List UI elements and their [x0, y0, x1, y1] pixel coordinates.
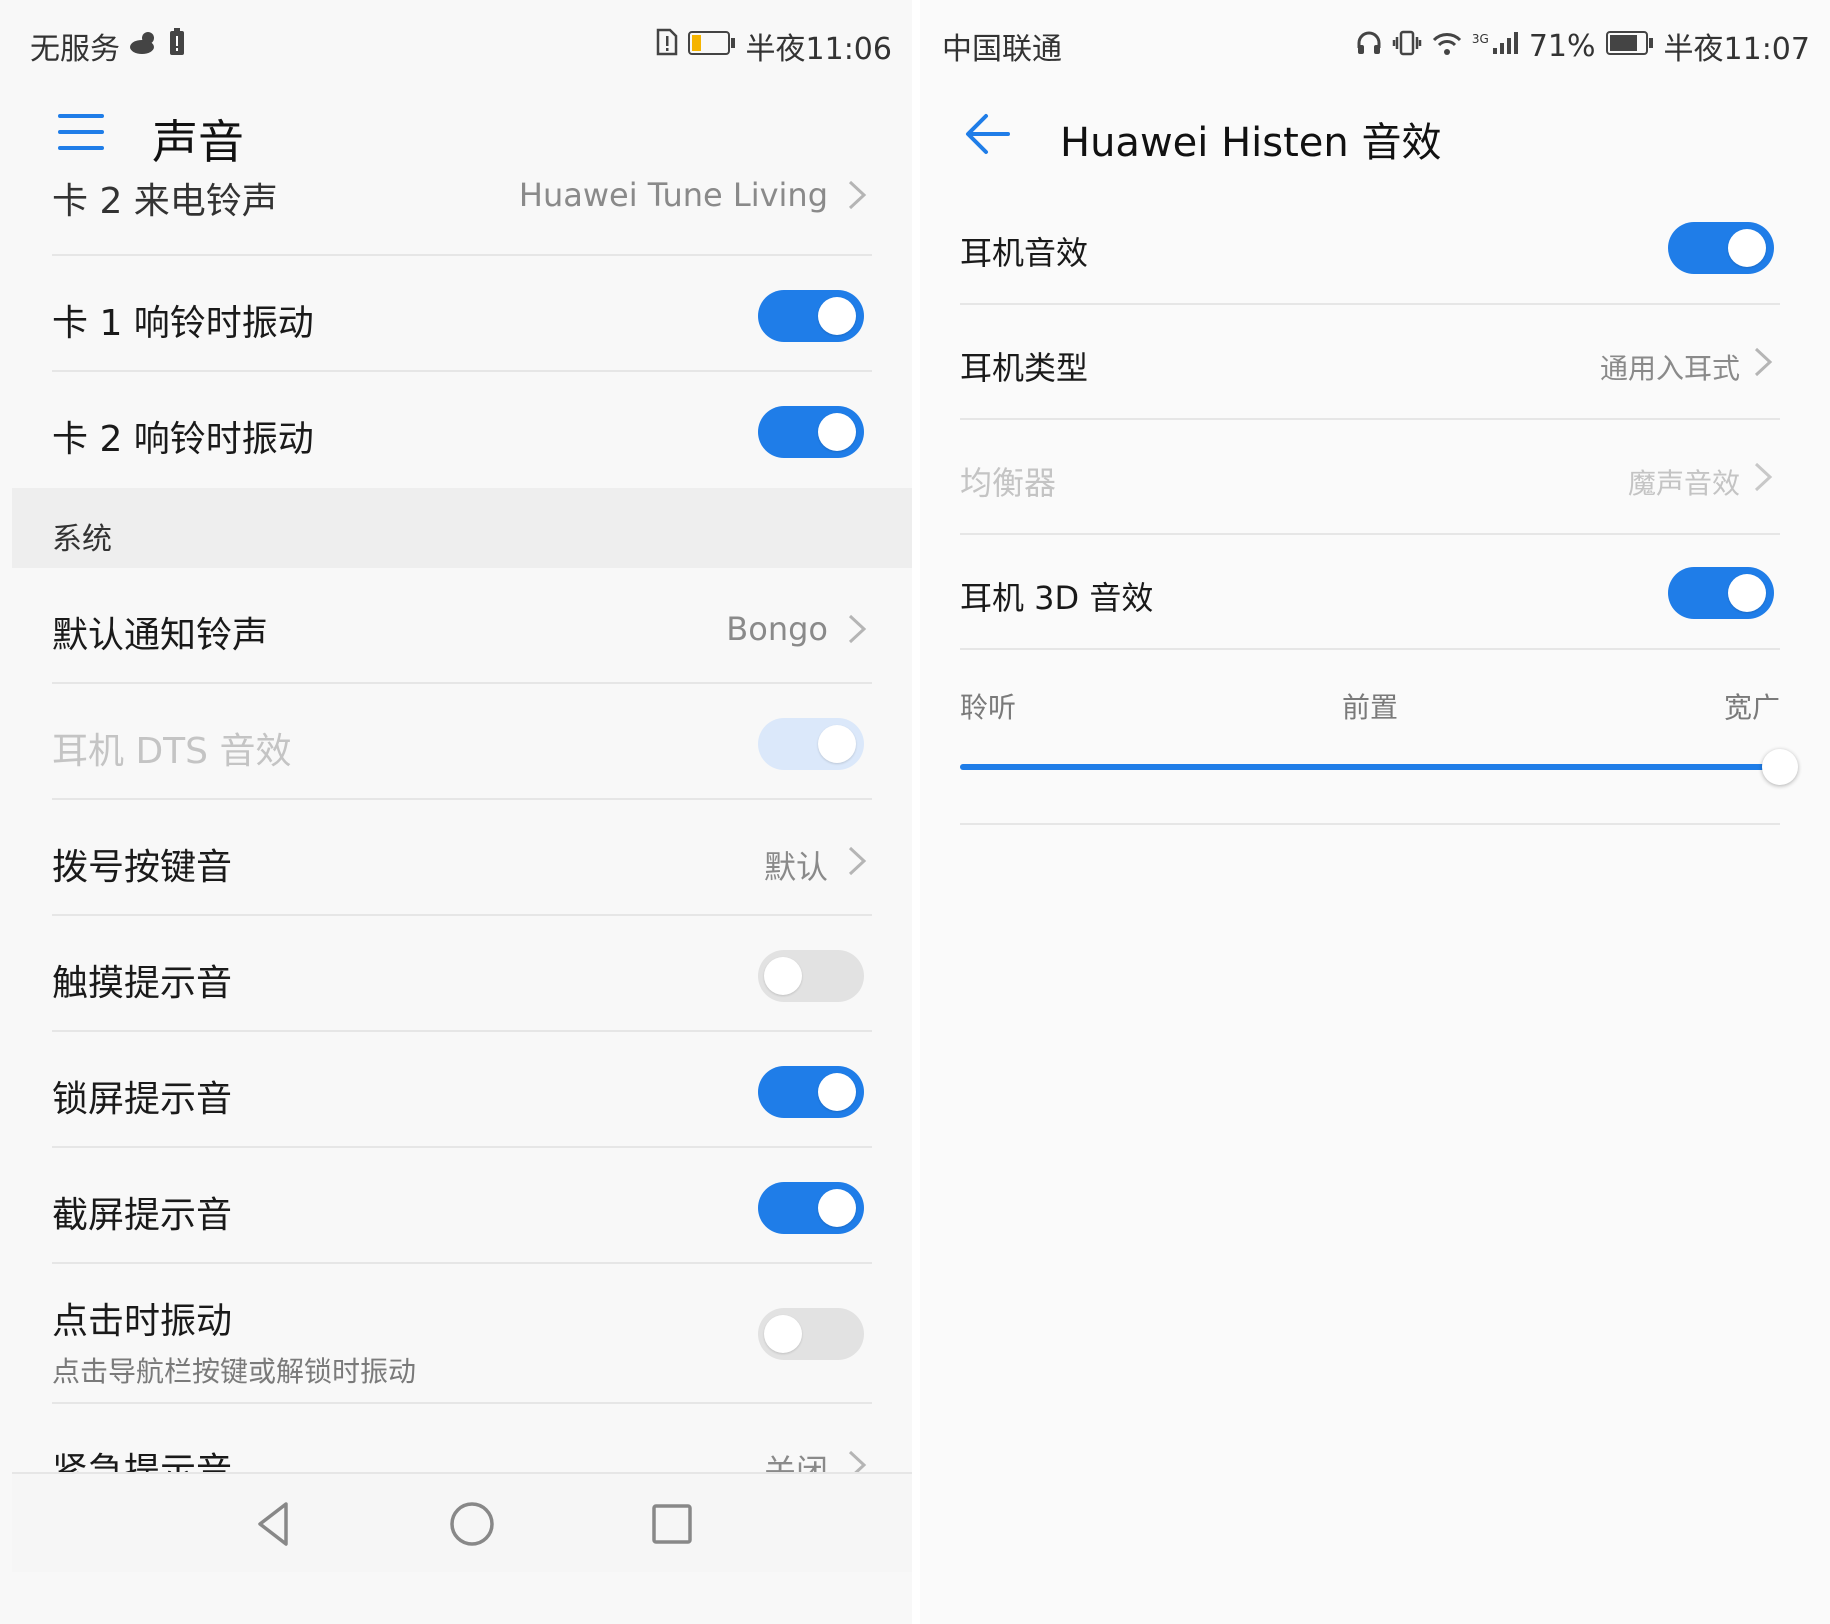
chevron-right-icon	[848, 614, 867, 644]
row-label: 点击时振动	[52, 1301, 233, 1342]
slider-label-wide: 宽广	[1723, 691, 1780, 724]
histen-effect-screen: 中国联通 3G 71% 半夜11:07 Huawei Histen 音效 耳机音…	[920, 0, 1830, 1624]
row-label: 耳机 DTS 音效	[52, 731, 292, 772]
toggle-switch[interactable]	[758, 1182, 864, 1234]
navigation-bar	[12, 1472, 912, 1572]
row-label: 卡 2 来电铃声	[52, 181, 278, 222]
list-item-card2-ring-vibrate[interactable]: 卡 2 响铃时振动	[52, 372, 872, 488]
list-item-tap-vibrate[interactable]: 点击时振动 点击导航栏按键或解锁时振动	[52, 1264, 872, 1404]
chevron-right-icon	[1754, 347, 1773, 377]
row-subtitle: 点击导航栏按键或解锁时振动	[52, 1355, 417, 1388]
toggle-switch	[758, 718, 864, 770]
toggle-switch[interactable]	[758, 950, 864, 1002]
nav-recents-icon[interactable]	[644, 1496, 700, 1552]
battery-alert-icon	[168, 28, 186, 64]
carrier-label: 中国联通	[942, 32, 1062, 67]
list-item-default-notification[interactable]: 默认通知铃声 Bongo	[52, 568, 872, 684]
battery-low-icon	[687, 29, 736, 64]
list-item-headset-effect[interactable]: 耳机音效	[960, 190, 1780, 305]
list-item-headset-type[interactable]: 耳机类型 通用入耳式	[960, 305, 1780, 420]
row-label: 截屏提示音	[52, 1195, 233, 1236]
row-label: 卡 1 响铃时振动	[52, 303, 314, 344]
row-label: 默认通知铃声	[52, 615, 269, 656]
clock: 半夜11:07	[1663, 32, 1810, 67]
list-item-equalizer: 均衡器 魔声音效	[960, 420, 1780, 535]
slider-thumb[interactable]	[1762, 749, 1798, 785]
row-label: 耳机音效	[960, 234, 1089, 272]
toggle-switch[interactable]	[758, 1066, 864, 1118]
nav-home-icon[interactable]	[444, 1496, 500, 1552]
list-item-3d-effect[interactable]: 耳机 3D 音效	[960, 535, 1780, 650]
sim-alert-icon	[656, 28, 678, 64]
toggle-switch[interactable]	[1668, 222, 1774, 274]
row-label: 触摸提示音	[52, 963, 233, 1004]
status-bar: 中国联通 3G 71% 半夜11:07	[920, 0, 1830, 88]
toggle-switch[interactable]	[1668, 567, 1774, 619]
slider-track[interactable]	[960, 749, 1798, 785]
chevron-right-icon	[848, 180, 867, 210]
page-title: Huawei Histen 音效	[1060, 120, 1442, 166]
histen-settings-list: 耳机音效 耳机类型 通用入耳式 均衡器 魔声音效 耳机 3D 音效 聆听 前置 …	[960, 190, 1798, 825]
headset-icon	[1356, 29, 1382, 64]
row-label: 均衡器	[960, 464, 1057, 502]
carrier-label: 无服务	[30, 32, 120, 67]
app-bar: Huawei Histen 音效	[920, 88, 1830, 188]
list-item-screenshot-tone[interactable]: 截屏提示音	[52, 1148, 872, 1264]
slider-fill	[960, 764, 1780, 770]
row-value: 魔声音效	[1627, 467, 1740, 500]
toggle-switch[interactable]	[758, 290, 864, 342]
sound-field-slider-block: 聆听 前置 宽广	[960, 650, 1798, 825]
slider-label-listen: 聆听	[960, 691, 1017, 724]
nav-back-icon[interactable]	[246, 1496, 302, 1552]
row-label: 耳机 3D 音效	[960, 579, 1154, 617]
battery-percent: 71%	[1528, 28, 1596, 64]
list-item-lock-tone[interactable]: 锁屏提示音	[52, 1032, 872, 1148]
chevron-right-icon	[1754, 462, 1773, 492]
status-bar: 无服务 半夜11:06	[0, 0, 912, 88]
row-value: Bongo	[726, 610, 828, 648]
row-value: 通用入耳式	[1599, 352, 1740, 385]
vibrate-icon	[1392, 29, 1422, 64]
row-label: 卡 2 响铃时振动	[52, 419, 314, 460]
clock: 半夜11:06	[745, 32, 892, 67]
sound-settings-screen: 无服务 半夜11:06 声音 卡 2 来电铃声 Huawei Tune Livi…	[0, 0, 912, 1624]
signal-icon	[1491, 29, 1519, 64]
row-label: 拨号按键音	[52, 847, 233, 888]
row-value: 默认	[763, 848, 828, 886]
battery-icon	[1605, 29, 1654, 64]
back-arrow-icon[interactable]	[960, 106, 1016, 162]
hamburger-menu-icon[interactable]	[58, 114, 104, 154]
chevron-right-icon	[848, 846, 867, 876]
row-label: 耳机类型	[960, 349, 1089, 387]
slider-label-front: 前置	[1341, 691, 1399, 724]
settings-list: 卡 2 来电铃声 Huawei Tune Living 卡 1 响铃时振动 卡 …	[12, 176, 912, 1520]
row-label: 锁屏提示音	[52, 1079, 233, 1120]
list-item-touch-tone[interactable]: 触摸提示音	[52, 916, 872, 1032]
toggle-switch[interactable]	[758, 1308, 864, 1360]
toggle-switch[interactable]	[758, 406, 864, 458]
list-item-card2-ringtone[interactable]: 卡 2 来电铃声 Huawei Tune Living	[52, 176, 872, 256]
section-label: 系统	[52, 522, 112, 557]
list-item-card1-ring-vibrate[interactable]: 卡 1 响铃时振动	[52, 256, 872, 372]
list-item-dial-tone[interactable]: 拨号按键音 默认	[52, 800, 872, 916]
panel-divider	[912, 0, 920, 1624]
row-value: Huawei Tune Living	[518, 176, 828, 214]
wifi-icon	[1432, 29, 1462, 64]
page-title: 声音	[152, 115, 244, 169]
section-header-system: 系统	[12, 488, 912, 568]
list-item-dts-effect: 耳机 DTS 音效	[52, 684, 872, 800]
network-type: 3G	[1471, 32, 1489, 46]
weather-icon	[128, 29, 160, 64]
